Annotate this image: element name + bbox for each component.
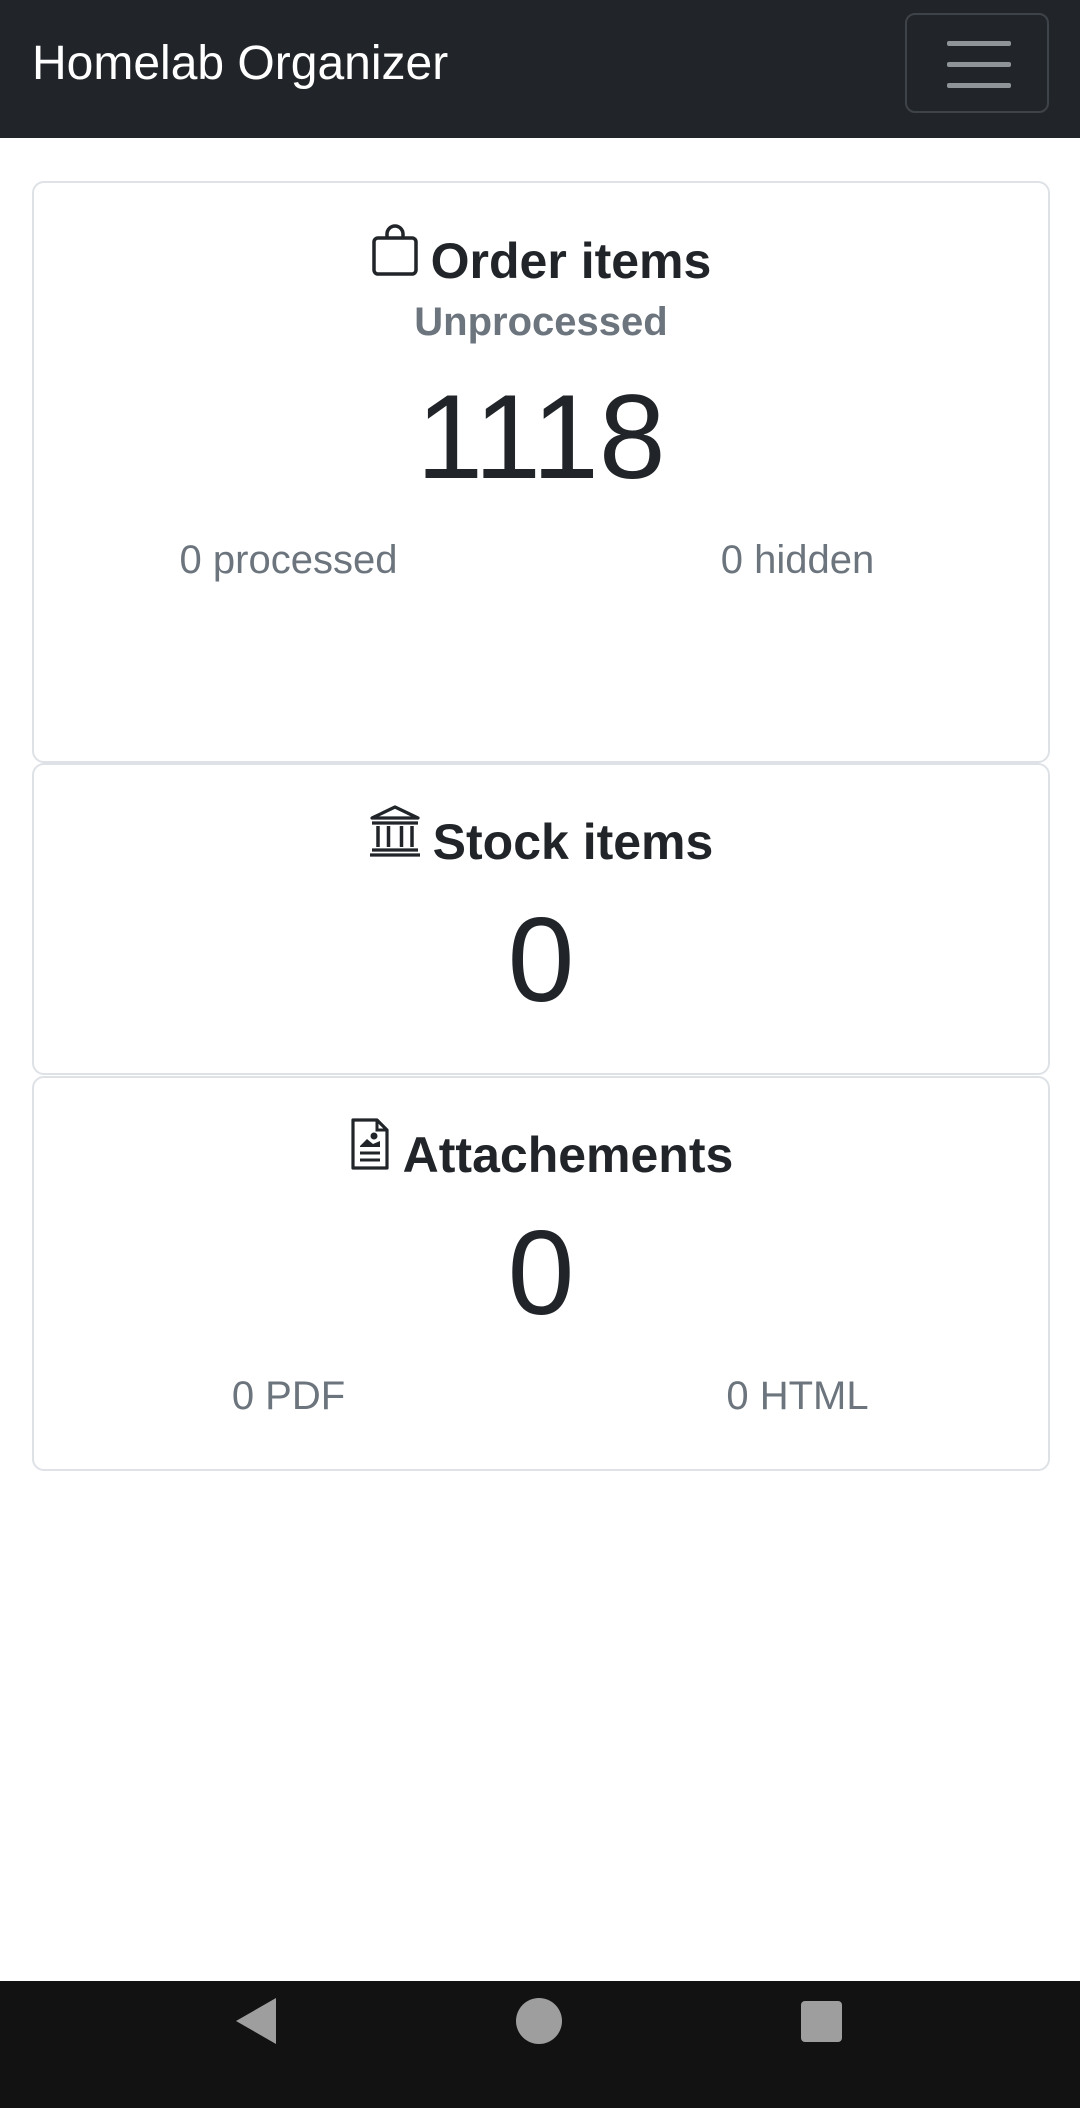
- order-items-subtitle: Unprocessed: [414, 300, 668, 344]
- pdf-count: 0 PDF: [231, 1374, 346, 1418]
- hamburger-menu-icon-bar-3: [947, 83, 1011, 88]
- order-items-label: Order items: [430, 232, 712, 289]
- menu-toggle-button[interactable]: [905, 13, 1049, 113]
- processed-count: 0 processed: [179, 538, 398, 582]
- stock-items-card[interactable]: Stock items 0: [32, 763, 1050, 1075]
- order-items-card[interactable]: Order items Unprocessed 1118 0 processed…: [32, 181, 1050, 763]
- top-navbar: Homelab Organizer: [0, 0, 1080, 138]
- shopping-bag-icon: [371, 223, 419, 290]
- hamburger-menu-icon-bar-2: [947, 62, 1011, 67]
- html-count: 0 HTML: [726, 1374, 869, 1418]
- hidden-count: 0 hidden: [720, 538, 875, 582]
- bank-building-icon: [369, 804, 421, 871]
- unprocessed-count: 1118: [416, 370, 666, 504]
- attachments-label: Attachements: [402, 1126, 734, 1183]
- app-brand[interactable]: Homelab Organizer: [32, 0, 448, 128]
- order-items-title: Order items: [34, 224, 1048, 294]
- attachments-title: Attachements: [34, 1118, 1048, 1188]
- home-circle-icon[interactable]: [516, 1998, 562, 2044]
- stock-items-count: 0: [507, 893, 575, 1027]
- hamburger-menu-icon: [947, 41, 1011, 46]
- stock-items-label: Stock items: [432, 813, 714, 870]
- file-richtext-icon: [349, 1117, 391, 1184]
- recents-square-icon[interactable]: [801, 2001, 842, 2042]
- stock-items-title: Stock items: [34, 805, 1048, 875]
- attachments-count: 0: [507, 1206, 575, 1340]
- attachments-card[interactable]: Attachements 0 0 PDF 0 HTML: [32, 1076, 1050, 1471]
- back-triangle-icon[interactable]: [236, 1998, 276, 2044]
